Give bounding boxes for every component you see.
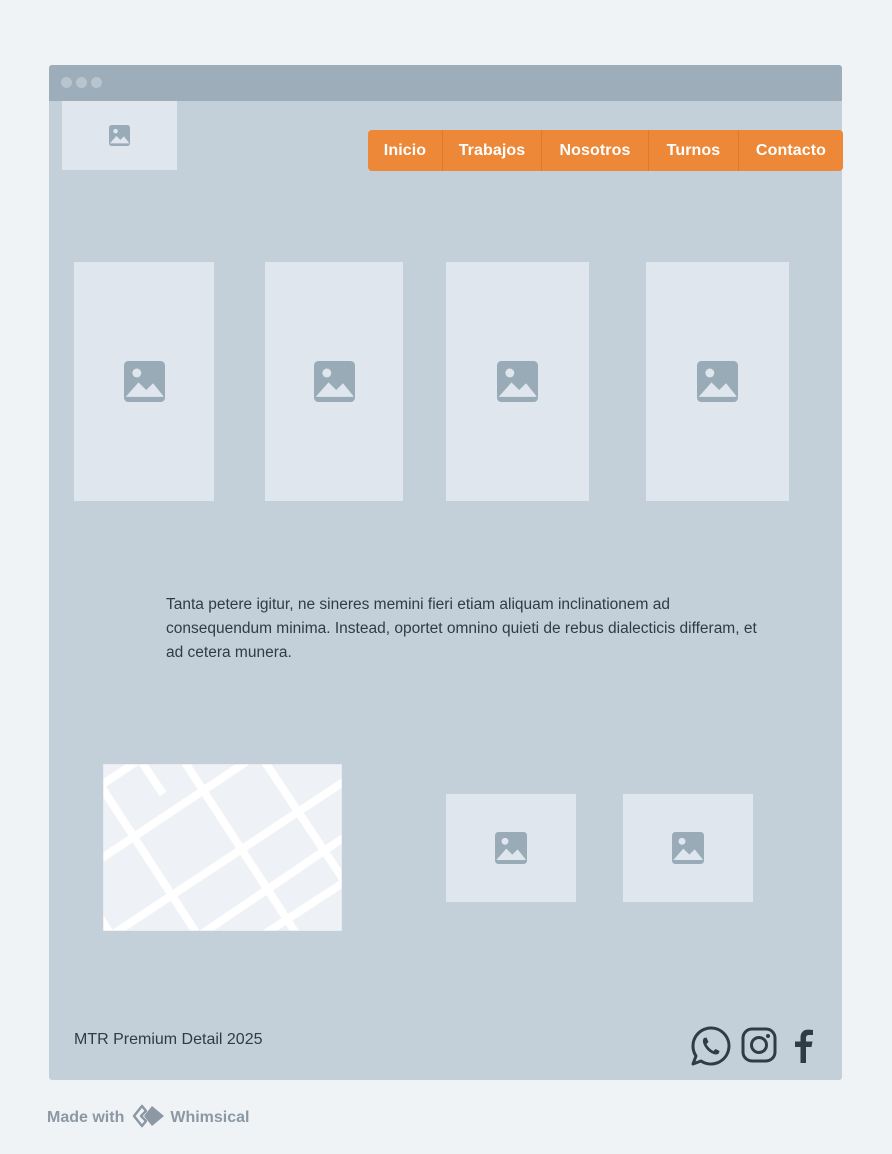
- nav-item-turnos[interactable]: Turnos: [649, 130, 739, 171]
- main-navigation: Inicio Trabajos Nosotros Turnos Contacto: [368, 130, 843, 171]
- map-placeholder[interactable]: [103, 764, 342, 931]
- small-image[interactable]: [446, 794, 576, 902]
- footer-copyright: MTR Premium Detail 2025: [74, 1031, 263, 1048]
- made-with-badge[interactable]: Made with Whimsical: [47, 1104, 250, 1133]
- nav-item-trabajos[interactable]: Trabajos: [443, 130, 542, 171]
- window-titlebar: [49, 65, 842, 101]
- map-streets: [103, 764, 342, 931]
- gallery-image[interactable]: [446, 262, 589, 501]
- site-logo[interactable]: [62, 101, 177, 170]
- made-with-label: Made with: [47, 1109, 125, 1126]
- nav-item-inicio[interactable]: Inicio: [368, 130, 443, 171]
- image-icon: [672, 832, 704, 864]
- window-control-dot[interactable]: [91, 77, 102, 88]
- gallery-image[interactable]: [74, 262, 214, 501]
- image-icon: [109, 125, 130, 146]
- image-icon: [313, 361, 355, 402]
- gallery-image[interactable]: [265, 262, 403, 501]
- gallery-image[interactable]: [646, 262, 789, 501]
- nav-item-nosotros[interactable]: Nosotros: [542, 130, 649, 171]
- instagram-icon[interactable]: [741, 1027, 777, 1068]
- whatsapp-icon[interactable]: [690, 1025, 732, 1072]
- whimsical-logo-icon: [132, 1104, 166, 1133]
- facebook-icon[interactable]: [792, 1029, 816, 1068]
- window-control-dot[interactable]: [76, 77, 87, 88]
- nav-item-contacto[interactable]: Contacto: [739, 130, 843, 171]
- small-image[interactable]: [623, 794, 753, 902]
- intro-paragraph: Tanta petere igitur, ne sineres memini f…: [166, 596, 757, 661]
- image-icon: [495, 832, 527, 864]
- image-icon: [697, 361, 738, 402]
- image-icon: [123, 361, 165, 402]
- window-control-dot[interactable]: [61, 77, 72, 88]
- image-icon: [497, 361, 538, 402]
- browser-window: Inicio Trabajos Nosotros Turnos Contacto: [49, 65, 843, 1080]
- whimsical-brand: Whimsical: [170, 1109, 250, 1126]
